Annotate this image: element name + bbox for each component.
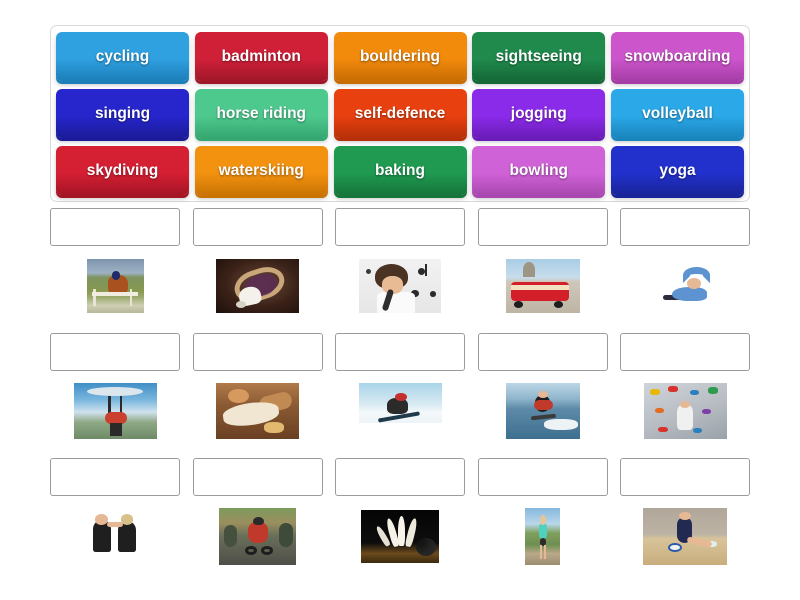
yoga-photo [645,259,725,313]
thumbnail-wrap [358,381,442,441]
dropzone[interactable] [620,208,750,246]
jogging-photo [525,507,560,565]
answer-cell-waterskiing [477,333,608,458]
self-defence-photo [80,507,150,565]
dropzone[interactable] [50,208,180,246]
dropzone[interactable] [50,458,180,496]
word-tile-label: cycling [95,47,150,65]
word-tile-label: skydiving [86,161,159,179]
word-tile-label: yoga [659,161,696,179]
thumbnail-wrap [80,506,150,566]
word-tile-label: badminton [221,47,301,65]
thumbnail-wrap [216,381,299,441]
word-tile-self-defence[interactable]: self-defence [333,89,467,138]
word-tile-sightseeing[interactable]: sightseeing [472,32,606,81]
word-tile-volleyball[interactable]: volleyball [611,89,744,138]
singing-photo [359,259,441,313]
word-tile-label: self-defence [354,104,446,122]
thumbnail-wrap [643,506,727,566]
sightseeing-photo [505,259,580,313]
answer-cell-singing [335,208,465,333]
word-tile-label: bouldering [359,47,441,65]
word-tile-badminton[interactable]: badminton [194,32,328,81]
word-tile-jogging[interactable]: jogging [472,89,606,138]
waterskiing-photo [505,383,580,439]
dropzone[interactable] [335,458,465,496]
activity-page: cycling badminton bouldering sightseeing… [0,0,800,600]
thumbnail-wrap [505,256,580,316]
thumbnail-wrap [73,381,157,441]
word-tile-label: horse riding [216,104,307,122]
dropzone[interactable] [477,458,608,496]
badminton-photo [216,259,299,313]
answer-cell-sightseeing [477,208,608,333]
word-tile-label: sightseeing [495,47,582,65]
answer-cell-bowling [335,458,465,583]
dropzone[interactable] [192,208,323,246]
word-tile-waterskiing[interactable]: waterskiing [194,146,328,195]
word-bank-row: skydiving waterskiing baking bowling yog… [56,146,744,195]
thumbnail-wrap [359,256,441,316]
thumbnail-wrap [505,381,580,441]
answer-cell-self-defence [50,458,180,583]
thumbnail-wrap [361,506,439,566]
answer-cell-yoga [620,208,750,333]
dropzone[interactable] [620,333,750,371]
word-bank-panel: cycling badminton bouldering sightseeing… [50,25,750,202]
cycling-photo [219,507,296,565]
thumbnail-wrap [86,256,144,316]
word-tile-bowling[interactable]: bowling [472,146,606,195]
volleyball-photo [643,507,727,565]
word-tile-cycling[interactable]: cycling [56,32,189,81]
thumbnail-wrap [643,381,727,441]
word-tile-singing[interactable]: singing [56,89,189,138]
thumbnail-wrap [219,506,296,566]
word-tile-bouldering[interactable]: bouldering [333,32,467,81]
dropzone[interactable] [192,333,323,371]
word-tile-baking[interactable]: baking [333,146,467,195]
word-tile-label: bowling [509,161,569,179]
bouldering-photo [643,383,727,439]
dropzone[interactable] [192,458,323,496]
thumbnail-wrap [645,256,725,316]
skydiving-photo [73,383,157,439]
word-tile-snowboarding[interactable]: snowboarding [611,32,744,81]
answer-row [50,333,750,458]
baking-photo [216,383,299,439]
answer-grid [50,208,750,588]
answer-cell-jogging [477,458,608,583]
answer-cell-baking [192,333,323,458]
word-tile-label: snowboarding [624,47,731,65]
answer-cell-snowboarding [335,333,465,458]
answer-cell-skydiving [50,333,180,458]
dropzone[interactable] [477,333,608,371]
answer-row [50,208,750,333]
dropzone[interactable] [335,208,465,246]
word-tile-label: baking [375,161,425,179]
word-tile-label: singing [94,104,151,122]
word-bank-row: singing horse riding self-defence joggin… [56,89,744,138]
word-tile-horse-riding[interactable]: horse riding [194,89,328,138]
answer-cell-horse-riding [50,208,180,333]
answer-cell-badminton [192,208,323,333]
answer-cell-cycling [192,458,323,583]
word-tile-label: jogging [510,104,567,122]
thumbnail-wrap [525,506,560,566]
snowboarding-photo [358,383,442,439]
answer-cell-volleyball [620,458,750,583]
dropzone[interactable] [50,333,180,371]
word-bank-row: cycling badminton bouldering sightseeing… [56,32,744,81]
dropzone[interactable] [620,458,750,496]
dropzone[interactable] [477,208,608,246]
dropzone[interactable] [335,333,465,371]
word-tile-skydiving[interactable]: skydiving [56,146,189,195]
word-tile-yoga[interactable]: yoga [611,146,744,195]
answer-cell-bouldering [620,333,750,458]
answer-row [50,458,750,583]
bowling-photo [361,509,439,563]
word-tile-label: waterskiing [218,161,304,179]
word-tile-label: volleyball [642,104,713,122]
horse-riding-photo [86,259,144,313]
thumbnail-wrap [216,256,299,316]
